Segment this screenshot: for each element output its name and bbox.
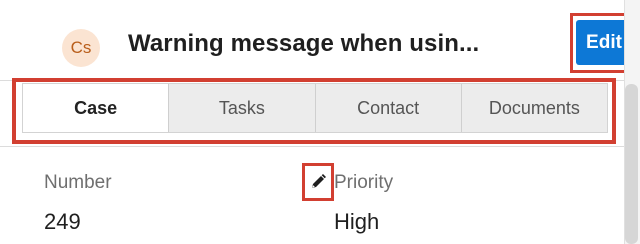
tab-contact[interactable]: Contact <box>316 84 462 132</box>
priority-label: Priority <box>334 172 394 193</box>
number-label: Number <box>44 172 112 193</box>
number-value: 249 <box>44 209 81 234</box>
tab-documents[interactable]: Documents <box>462 84 607 132</box>
record-panel: Cs Warning message when usin... Edit Cas… <box>0 0 636 244</box>
module-avatar: Cs <box>62 29 100 67</box>
record-title: Warning message when usin... <box>128 30 480 57</box>
tabs-divider <box>0 146 624 147</box>
tab-bar: Case Tasks Contact Documents <box>22 83 608 133</box>
scrollbar-thumb[interactable] <box>625 84 638 244</box>
tab-case[interactable]: Case <box>23 84 170 132</box>
priority-value: High <box>334 209 380 234</box>
pencil-highlight <box>302 163 334 201</box>
tab-tasks[interactable]: Tasks <box>169 84 316 132</box>
pencil-icon[interactable] <box>309 173 327 191</box>
